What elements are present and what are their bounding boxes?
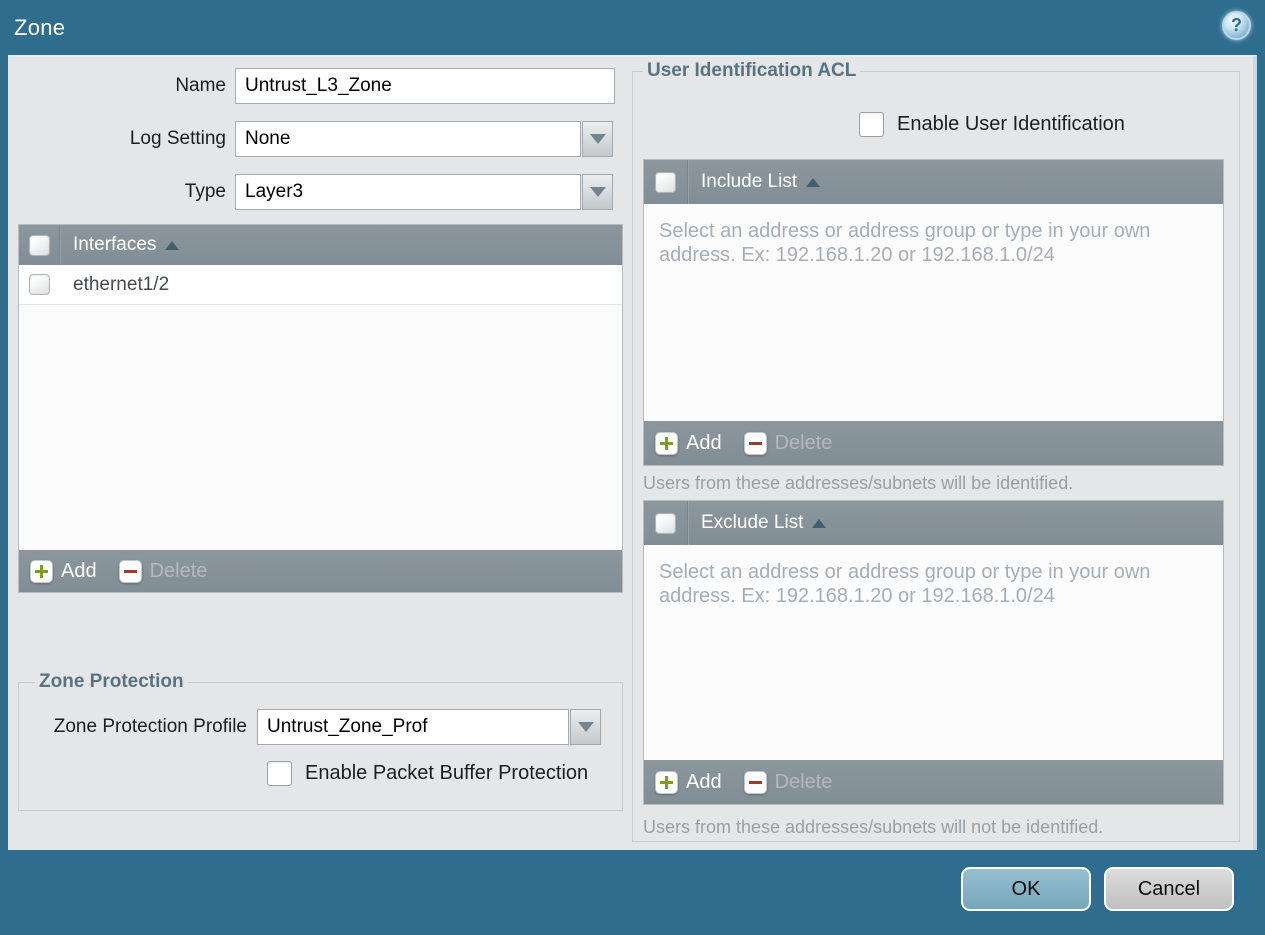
delete-icon[interactable] [743, 770, 767, 794]
dialog-title: Zone [14, 14, 66, 40]
delete-icon[interactable] [118, 559, 142, 583]
sort-ascending-icon [806, 177, 821, 187]
select-all-exclude-checkbox[interactable] [655, 512, 676, 534]
help-icon[interactable]: ? [1222, 11, 1251, 40]
add-exclude-button[interactable]: Add [686, 771, 722, 794]
include-list-table: Include List Select an address or addres… [643, 159, 1224, 466]
type-row: Type [8, 174, 628, 210]
enable-user-identification-row: Enable User Identification [859, 112, 1239, 137]
zone-protection-profile-input[interactable] [257, 709, 569, 745]
select-all-cell [644, 501, 688, 545]
zone-protection-profile-row: Zone Protection Profile [33, 709, 608, 745]
interfaces-column-header[interactable]: Interfaces [73, 234, 156, 256]
enable-packet-buffer-protection-checkbox[interactable] [267, 761, 292, 786]
table-row[interactable]: ethernet1/2 [19, 265, 622, 305]
type-label: Type [184, 181, 226, 202]
exclude-list-column-header[interactable]: Exclude List [701, 512, 803, 534]
type-input[interactable] [235, 174, 581, 210]
chevron-down-icon [589, 134, 606, 144]
add-icon[interactable] [655, 770, 678, 794]
user-identification-acl-section: User Identification ACL Enable User Iden… [632, 60, 1240, 842]
include-list-column-header[interactable]: Include List [701, 171, 797, 193]
log-setting-row: Log Setting [8, 121, 628, 157]
include-list-header[interactable]: Include List [644, 160, 1223, 204]
name-label: Name [175, 75, 226, 96]
add-icon[interactable] [655, 431, 678, 455]
enable-user-identification-checkbox[interactable] [859, 112, 884, 137]
user-identification-acl-legend: User Identification ACL [647, 60, 857, 81]
interfaces-table-empty-area [19, 305, 622, 550]
interfaces-table: Interfaces ethernet1/2 Add Delete [18, 224, 623, 593]
interfaces-table-footer: Add Delete [19, 550, 622, 592]
packet-buffer-protection-label: Enable Packet Buffer Protection [305, 762, 589, 784]
zone-protection-section: Zone Protection Zone Protection Profile … [18, 671, 623, 811]
select-all-cell [644, 160, 688, 204]
select-all-interfaces-checkbox[interactable] [28, 234, 50, 256]
interface-name: ethernet1/2 [73, 273, 170, 295]
add-interface-button[interactable]: Add [61, 560, 97, 583]
enable-user-identification-label: Enable User Identification [897, 113, 1125, 135]
exclude-list-placeholder: Select an address or address group or ty… [659, 561, 1151, 608]
log-setting-label: Log Setting [129, 128, 226, 149]
sort-ascending-icon [812, 518, 827, 528]
left-column: Name Log Setting Type Interfaces [8, 57, 628, 811]
dialog-body: Name Log Setting Type Interfaces [8, 55, 1257, 850]
zone-protection-profile-label: Zone Protection Profile [53, 716, 247, 737]
exclude-list-table: Exclude List Select an address or addres… [643, 500, 1224, 805]
sort-ascending-icon [165, 240, 180, 250]
packet-buffer-protection-row: Enable Packet Buffer Protection [33, 761, 608, 786]
include-list-empty-area[interactable]: Select an address or address group or ty… [644, 204, 1223, 421]
include-list-placeholder: Select an address or address group or ty… [659, 220, 1151, 267]
include-list-footer: Add Delete [644, 421, 1223, 465]
zone-protection-profile-dropdown-button[interactable] [570, 709, 601, 745]
exclude-list-empty-area[interactable]: Select an address or address group or ty… [644, 545, 1223, 760]
chevron-down-icon [577, 722, 594, 732]
dialog-footer: OK Cancel [0, 850, 1265, 935]
delete-interface-button[interactable]: Delete [150, 560, 208, 583]
add-include-button[interactable]: Add [686, 432, 722, 455]
select-all-include-checkbox[interactable] [655, 171, 676, 193]
zone-protection-legend: Zone Protection [39, 671, 184, 692]
delete-exclude-button[interactable]: Delete [775, 771, 833, 794]
interfaces-table-header[interactable]: Interfaces [19, 225, 622, 265]
type-dropdown-button[interactable] [582, 174, 613, 210]
name-row: Name [8, 68, 628, 104]
interface-row-checkbox[interactable] [29, 274, 50, 295]
cancel-button[interactable]: Cancel [1104, 867, 1234, 911]
include-list-helper-text: Users from these addresses/subnets will … [643, 473, 1074, 493]
exclude-list-helper-text: Users from these addresses/subnets will … [643, 817, 1104, 837]
name-input[interactable] [235, 68, 615, 104]
exclude-list-footer: Add Delete [644, 760, 1223, 804]
select-all-cell [19, 225, 60, 265]
log-setting-dropdown-button[interactable] [582, 121, 613, 157]
exclude-list-header[interactable]: Exclude List [644, 501, 1223, 545]
delete-icon[interactable] [743, 431, 767, 455]
row-checkbox-cell [19, 265, 60, 304]
ok-button[interactable]: OK [961, 867, 1091, 911]
chevron-down-icon [589, 187, 606, 197]
log-setting-input[interactable] [235, 121, 581, 157]
delete-include-button[interactable]: Delete [775, 432, 833, 455]
dialog-titlebar: Zone ? [0, 0, 1265, 55]
add-icon[interactable] [30, 559, 53, 583]
